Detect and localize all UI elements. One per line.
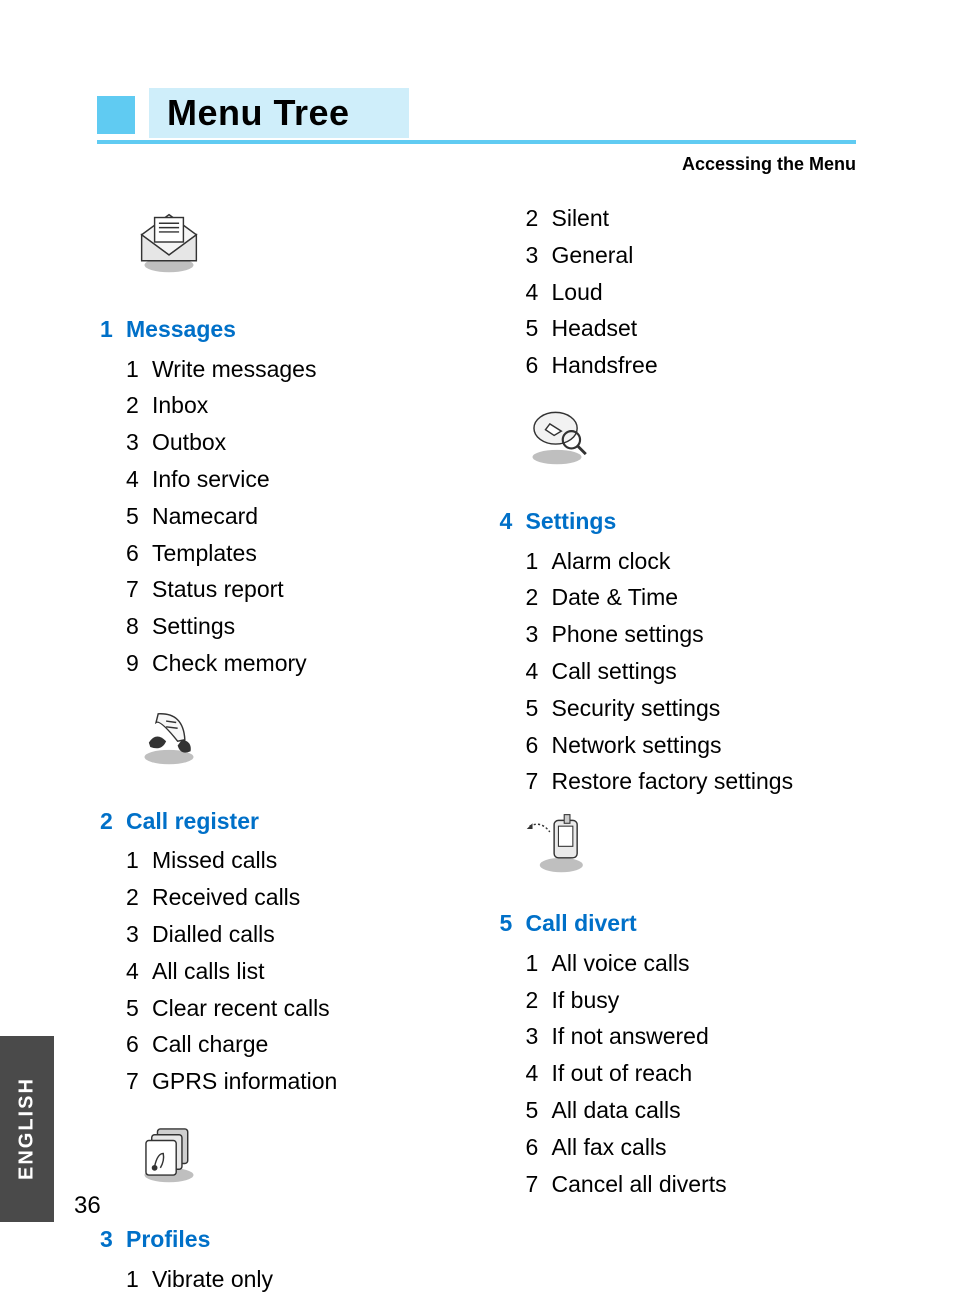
list-item: 8Settings [100,608,455,645]
list-item: 3Phone settings [500,616,855,653]
list-item: 3Outbox [100,424,455,461]
list-item: 1Write messages [100,351,455,388]
list-item: 6Network settings [500,727,855,764]
page-subtitle: Accessing the Menu [682,154,856,175]
list-item: 4Call settings [500,653,855,690]
list-item: 1Vibrate only [100,1261,455,1297]
list-item: 2If busy [500,982,855,1019]
list-item: 2Silent [500,200,855,237]
list-item: 1All voice calls [500,945,855,982]
language-tab: ENGLISH [0,1036,54,1222]
list-item: 3If not answered [500,1018,855,1055]
list-item: 5Clear recent calls [100,990,455,1027]
section-call-register: 2Call register [100,803,455,840]
list-item: 6All fax calls [500,1129,855,1166]
call-log-icon [130,698,208,770]
list-item: 7Status report [100,571,455,608]
list-item: 7GPRS information [100,1063,455,1100]
settings-icon [518,398,596,470]
list-item: 5All data calls [500,1092,855,1129]
page-header: Menu Tree [97,82,856,144]
list-item: 6Call charge [100,1026,455,1063]
list-item: 7Cancel all diverts [500,1166,855,1203]
list-item: 4If out of reach [500,1055,855,1092]
envelope-icon [130,206,208,278]
page-title: Menu Tree [149,88,409,138]
section-messages: 1Messages [100,311,455,348]
section-call-divert: 5Call divert [500,905,855,942]
list-item: 4Info service [100,461,455,498]
list-item: 3Dialled calls [100,916,455,953]
content-columns: 1Messages 1Write messages 2Inbox 3Outbox… [100,200,854,1144]
list-item: 5Namecard [100,498,455,535]
list-item: 4Loud [500,274,855,311]
title-accent-square [97,96,135,134]
list-item: 1Alarm clock [500,543,855,580]
list-item: 2Date & Time [500,579,855,616]
left-column: 1Messages 1Write messages 2Inbox 3Outbox… [100,200,455,1144]
list-item: 5Security settings [500,690,855,727]
list-item: 5Headset [500,310,855,347]
list-item: 7Restore factory settings [500,763,855,800]
title-underline [97,140,856,144]
list-item: 2Received calls [100,879,455,916]
profiles-icon [130,1116,208,1188]
section-profiles: 3Profiles [100,1221,455,1258]
section-settings: 4Settings [500,503,855,540]
right-column: 2Silent 3General 4Loud 5Headset 6Handsfr… [500,200,855,1144]
list-item: 6Handsfree [500,347,855,384]
list-item: 3General [500,237,855,274]
divert-icon [518,806,596,878]
list-item: 9Check memory [100,645,455,682]
page-number: 36 [74,1192,101,1220]
list-item: 1Missed calls [100,842,455,879]
list-item: 4All calls list [100,953,455,990]
list-item: 6Templates [100,535,455,572]
list-item: 2Inbox [100,387,455,424]
page-footer: ENGLISH 36 [0,1036,101,1222]
